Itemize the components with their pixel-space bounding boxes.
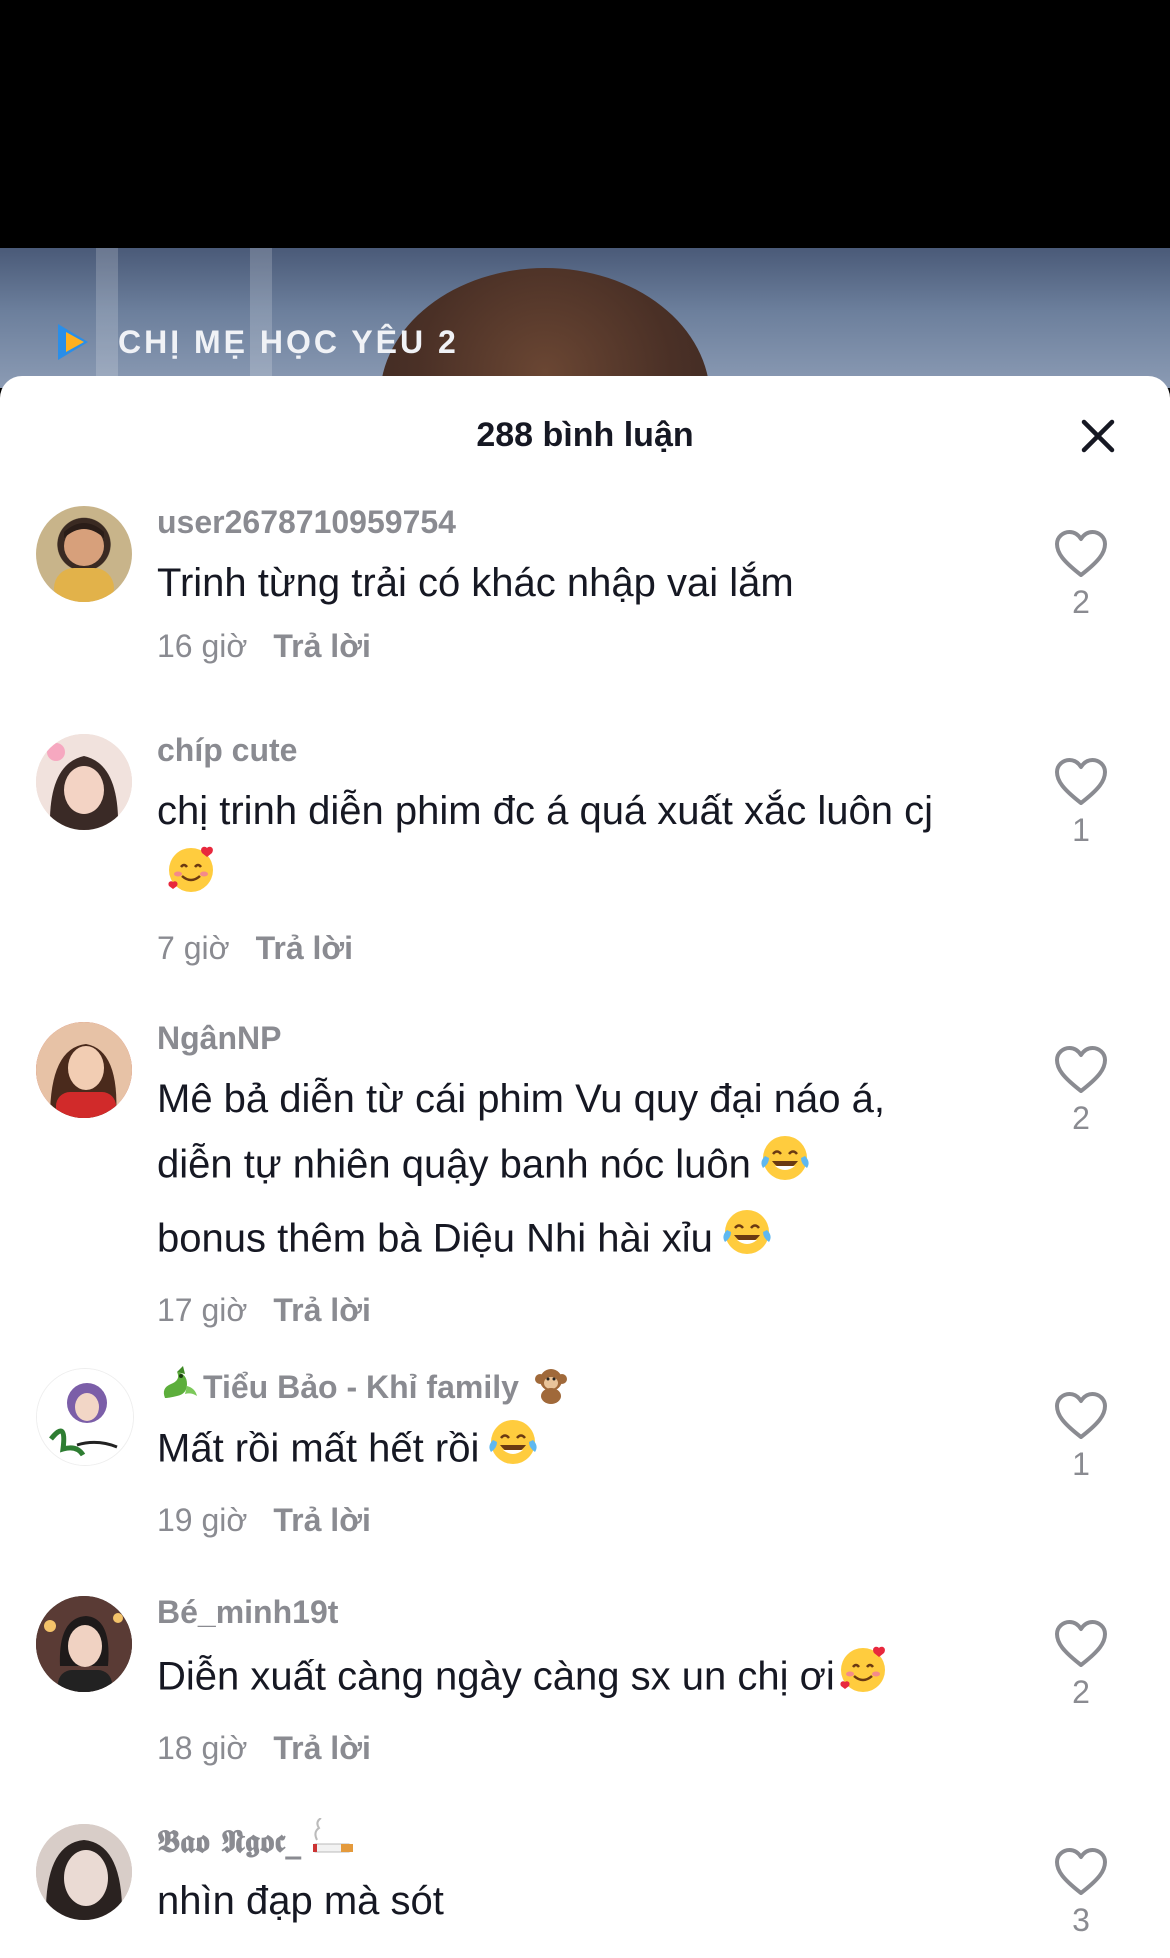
heart-icon xyxy=(1055,1046,1107,1093)
monkey-icon xyxy=(529,1362,573,1417)
comment-username-row[interactable]: 𝕭𝖆𝖔 𝕹𝖌𝖔𝖈_ xyxy=(157,1817,987,1862)
reply-button[interactable]: Trả lời xyxy=(273,1730,370,1766)
like-count: 2 xyxy=(1072,1100,1090,1136)
reply-button[interactable]: Trả lời xyxy=(273,1292,370,1328)
comment-username[interactable]: Tiểu Bảo - Khỉ family xyxy=(203,1369,519,1405)
comment-username[interactable]: user2678710959754 xyxy=(157,500,987,544)
heart-icon xyxy=(1055,530,1107,577)
comment-text: Mất rồi mất hết rồi xyxy=(157,1414,987,1488)
comment-text: Mê bả diễn từ cái phim Vu quy đại náo á,… xyxy=(157,1068,987,1278)
dragon-icon xyxy=(157,1362,201,1417)
comment-text-line: Mê bả diễn từ cái phim Vu quy đại náo á, xyxy=(157,1077,885,1121)
face-with-tears-of-joy-icon xyxy=(485,1414,541,1488)
comment-username[interactable]: 𝕭𝖆𝖔 𝕹𝖌𝖔𝖈_ xyxy=(157,1822,301,1860)
like-button[interactable]: 2 xyxy=(1036,1618,1126,1711)
comment-username[interactable]: NgânNP xyxy=(157,1016,987,1060)
comment-username[interactable]: chíp cute xyxy=(157,728,987,772)
avatar[interactable] xyxy=(36,1368,134,1466)
comment-text: Diễn xuất càng ngày càng sx un chị ơi xyxy=(157,1642,987,1716)
avatar[interactable] xyxy=(36,506,132,602)
comment-text-content: Mất rồi mất hết rồi xyxy=(157,1426,480,1471)
comment-meta: 16 giờ Trả lời xyxy=(157,624,987,668)
comments-sheet: 288 bình luận user2678710959754 Trinh từ… xyxy=(0,376,1170,1958)
comment-meta: 19 giờ Trả lời xyxy=(157,1498,987,1542)
comment-time: 17 giờ xyxy=(157,1292,248,1328)
smiling-face-with-hearts-icon xyxy=(835,1642,891,1716)
video-watermark: CHỊ MẸ HỌC YÊU 2 xyxy=(52,320,459,364)
channel-logo-icon xyxy=(52,320,96,364)
reply-button[interactable]: Trả lời xyxy=(273,1502,370,1538)
face-with-tears-of-joy-icon xyxy=(719,1204,775,1278)
comment-text: Trinh từng trải có khác nhập vai lắm xyxy=(157,561,794,605)
comment-time: 16 giờ xyxy=(157,628,248,664)
video-frame[interactable]: CHỊ MẸ HỌC YÊU 2 xyxy=(0,248,1170,388)
comment-username-row[interactable]: Tiểu Bảo - Khỉ family xyxy=(157,1362,987,1406)
comment-time: 7 giờ xyxy=(157,930,230,966)
like-button[interactable]: 1 xyxy=(1036,1390,1126,1483)
like-count: 1 xyxy=(1072,1446,1090,1482)
comment-text-line: diễn tự nhiên quậy banh nóc luôn xyxy=(157,1142,751,1187)
comment-time: 18 giờ xyxy=(157,1730,248,1766)
background-stripe xyxy=(96,248,118,388)
avatar[interactable] xyxy=(36,1596,132,1692)
like-count: 2 xyxy=(1072,584,1090,620)
comment-meta: 7 giờ Trả lời xyxy=(157,926,987,970)
like-count: 1 xyxy=(1072,812,1090,848)
comment-text-content: Diễn xuất càng ngày càng sx un chị ơi xyxy=(157,1654,835,1699)
heart-icon xyxy=(1055,758,1107,805)
like-button[interactable]: 3 xyxy=(1036,1846,1126,1939)
like-button[interactable]: 2 xyxy=(1036,528,1126,621)
comment-text-line-with-emoji: bonus thêm bà Diệu Nhi hài xỉu xyxy=(157,1204,987,1278)
smiling-face-with-hearts-icon xyxy=(163,842,219,916)
comments-header: 288 bình luận xyxy=(0,376,1170,494)
like-count: 2 xyxy=(1072,1674,1090,1710)
heart-icon xyxy=(1055,1392,1107,1439)
watermark-text: CHỊ MẸ HỌC YÊU 2 xyxy=(118,323,459,360)
avatar[interactable] xyxy=(36,734,132,830)
close-icon xyxy=(1081,419,1115,453)
video-letterbox xyxy=(0,0,1170,248)
comment-text-line: bonus thêm bà Diệu Nhi hài xỉu xyxy=(157,1216,713,1261)
close-button[interactable] xyxy=(1076,414,1120,458)
comments-count-title: 288 bình luận xyxy=(476,416,694,454)
like-button[interactable]: 2 xyxy=(1036,1044,1126,1137)
comment-meta: 17 giờ Trả lời xyxy=(157,1288,987,1332)
comment-meta: 18 giờ Trả lời xyxy=(157,1726,987,1770)
reply-button[interactable]: Trả lời xyxy=(256,930,353,966)
comment-text-line-with-emoji: diễn tự nhiên quậy banh nóc luôn xyxy=(157,1130,987,1204)
background-stripe xyxy=(250,248,272,388)
comment-text-content: chị trinh diễn phim đc á quá xuất xắc lu… xyxy=(157,789,933,833)
reply-button[interactable]: Trả lời xyxy=(273,628,370,664)
avatar[interactable] xyxy=(36,1022,132,1118)
like-button[interactable]: 1 xyxy=(1036,756,1126,849)
comment-text: chị trinh diễn phim đc á quá xuất xắc lu… xyxy=(157,780,977,916)
heart-icon xyxy=(1055,1848,1107,1895)
comment-username[interactable]: Bé_minh19t xyxy=(157,1590,987,1634)
comment-text: nhìn đạp mà sót xyxy=(157,1879,444,1923)
comment-time: 19 giờ xyxy=(157,1502,248,1538)
like-count: 3 xyxy=(1072,1902,1090,1938)
cigarette-icon xyxy=(311,1817,359,1869)
avatar[interactable] xyxy=(36,1824,132,1920)
heart-icon xyxy=(1055,1620,1107,1667)
face-with-tears-of-joy-icon xyxy=(757,1130,813,1204)
